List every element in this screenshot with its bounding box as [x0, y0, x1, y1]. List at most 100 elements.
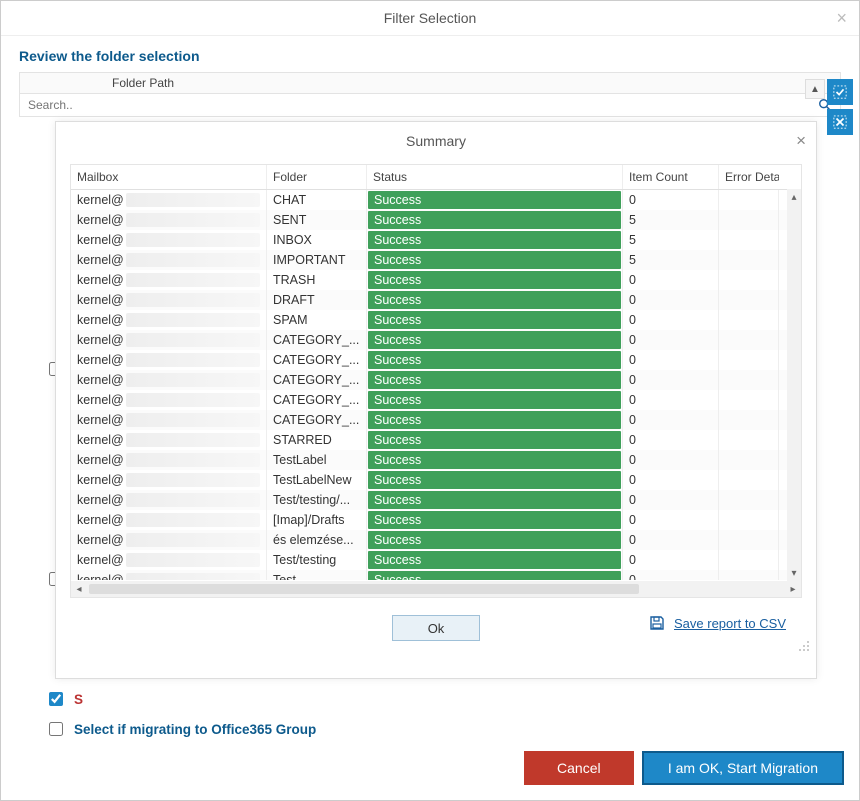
- mailbox-redacted: [126, 313, 260, 327]
- table-row[interactable]: kernel@TestLabelSuccess0: [71, 450, 801, 470]
- checkbox-red[interactable]: [49, 692, 63, 706]
- status-cell: Success: [367, 270, 623, 290]
- error-cell: [719, 530, 779, 550]
- status-badge: Success: [368, 271, 621, 289]
- table-row[interactable]: kernel@SPAMSuccess0: [71, 310, 801, 330]
- folder-cell: IMPORTANT: [267, 250, 367, 270]
- mailbox-prefix: kernel@: [77, 513, 124, 527]
- status-badge: Success: [368, 431, 621, 449]
- mailbox-prefix: kernel@: [77, 233, 124, 247]
- folder-cell: CATEGORY_...: [267, 370, 367, 390]
- mailbox-prefix: kernel@: [77, 533, 124, 547]
- save-report-link[interactable]: Save report to CSV: [674, 616, 786, 631]
- mailbox-prefix: kernel@: [77, 493, 124, 507]
- folder-cell: CATEGORY_...: [267, 390, 367, 410]
- header-error-details[interactable]: Error Details: [719, 165, 779, 189]
- table-row[interactable]: kernel@CATEGORY_...Success0: [71, 330, 801, 350]
- status-badge: Success: [368, 391, 621, 409]
- item-count-cell: 0: [623, 370, 719, 390]
- folder-cell: SPAM: [267, 310, 367, 330]
- item-count-cell: 0: [623, 390, 719, 410]
- mailbox-prefix: kernel@: [77, 253, 124, 267]
- mailbox-redacted: [126, 453, 260, 467]
- table-row[interactable]: kernel@és elemzése...Success0: [71, 530, 801, 550]
- table-row[interactable]: kernel@IMPORTANTSuccess5: [71, 250, 801, 270]
- uncheck-all-icon[interactable]: [827, 109, 853, 135]
- mailbox-redacted: [126, 393, 260, 407]
- table-row[interactable]: kernel@INBOXSuccess5: [71, 230, 801, 250]
- table-row[interactable]: kernel@CATEGORY_...Success0: [71, 370, 801, 390]
- check-all-icon[interactable]: [827, 79, 853, 105]
- table-row[interactable]: kernel@DRAFTSuccess0: [71, 290, 801, 310]
- table-row[interactable]: kernel@STARREDSuccess0: [71, 430, 801, 450]
- table-row[interactable]: kernel@TestLabelNewSuccess0: [71, 470, 801, 490]
- table-row[interactable]: kernel@TestSuccess0: [71, 570, 801, 580]
- start-migration-button[interactable]: I am OK, Start Migration: [642, 751, 844, 785]
- status-cell: Success: [367, 410, 623, 430]
- table-row[interactable]: kernel@Test/testingSuccess0: [71, 550, 801, 570]
- close-icon[interactable]: ×: [836, 8, 847, 29]
- mailbox-cell: kernel@: [71, 430, 267, 450]
- mailbox-cell: kernel@: [71, 390, 267, 410]
- header-item-count[interactable]: Item Count: [623, 165, 719, 189]
- error-cell: [719, 270, 779, 290]
- folder-cell: STARRED: [267, 430, 367, 450]
- checkbox-group[interactable]: [49, 722, 63, 736]
- resize-grip-icon: [798, 640, 810, 652]
- table-row[interactable]: kernel@CATEGORY_...Success0: [71, 350, 801, 370]
- filter-selection-dialog: Filter Selection × Review the folder sel…: [0, 0, 860, 801]
- ok-button[interactable]: Ok: [392, 615, 480, 641]
- table-row[interactable]: kernel@TRASHSuccess0: [71, 270, 801, 290]
- mailbox-cell: kernel@: [71, 350, 267, 370]
- mailbox-prefix: kernel@: [77, 213, 124, 227]
- scroll-right-icon[interactable]: ▸: [785, 584, 801, 595]
- mailbox-cell: kernel@: [71, 190, 267, 210]
- scroll-thumb[interactable]: [89, 584, 639, 594]
- header-mailbox[interactable]: Mailbox: [71, 165, 267, 189]
- review-label: Review the folder selection: [19, 48, 859, 64]
- table-row[interactable]: kernel@CATEGORY_...Success0: [71, 410, 801, 430]
- footer-buttons: Cancel I am OK, Start Migration: [524, 751, 844, 785]
- table-row[interactable]: kernel@[Imap]/DraftsSuccess0: [71, 510, 801, 530]
- header-status[interactable]: Status: [367, 165, 623, 189]
- summary-close-icon[interactable]: ×: [796, 131, 806, 151]
- status-cell: Success: [367, 570, 623, 580]
- status-cell: Success: [367, 310, 623, 330]
- folder-cell: TestLabel: [267, 450, 367, 470]
- table-row[interactable]: kernel@SENTSuccess5: [71, 210, 801, 230]
- scroll-left-icon[interactable]: ◂: [71, 584, 87, 595]
- vertical-scrollbar[interactable]: ▴ ▾: [787, 189, 801, 581]
- save-icon[interactable]: [648, 614, 666, 632]
- horizontal-scrollbar[interactable]: ◂ ▸: [71, 581, 801, 597]
- status-badge: Success: [368, 331, 621, 349]
- status-badge: Success: [368, 191, 621, 209]
- table-row[interactable]: kernel@Test/testing/...Success0: [71, 490, 801, 510]
- folder-cell: Test/testing: [267, 550, 367, 570]
- table-row[interactable]: kernel@CHATSuccess0: [71, 190, 801, 210]
- scroll-down-icon[interactable]: ▾: [787, 565, 801, 581]
- table-row[interactable]: kernel@ CATEGORY_...Success0: [71, 390, 801, 410]
- mailbox-redacted: [126, 493, 260, 507]
- status-badge: Success: [368, 291, 621, 309]
- folder-path-header[interactable]: Folder Path: [19, 72, 841, 94]
- sort-up-icon[interactable]: ▲: [805, 79, 825, 99]
- item-count-cell: 0: [623, 450, 719, 470]
- mailbox-cell: kernel@: [71, 230, 267, 250]
- scroll-up-icon[interactable]: ▴: [787, 189, 801, 205]
- folder-path-header-label: Folder Path: [112, 76, 174, 90]
- cancel-button[interactable]: Cancel: [524, 751, 634, 785]
- search-input[interactable]: [20, 98, 816, 112]
- summary-header: Summary ×: [56, 122, 816, 160]
- status-badge: Success: [368, 411, 621, 429]
- mailbox-cell: kernel@: [71, 530, 267, 550]
- mailbox-prefix: kernel@: [77, 393, 124, 407]
- header-folder[interactable]: Folder: [267, 165, 367, 189]
- folder-cell: DRAFT: [267, 290, 367, 310]
- status-cell: Success: [367, 490, 623, 510]
- mailbox-redacted: [126, 253, 260, 267]
- search-row: [19, 94, 841, 117]
- item-count-cell: 0: [623, 270, 719, 290]
- mailbox-cell: kernel@: [71, 330, 267, 350]
- status-cell: Success: [367, 230, 623, 250]
- grid-body: kernel@CHATSuccess0kernel@SENTSuccess5ke…: [71, 190, 801, 580]
